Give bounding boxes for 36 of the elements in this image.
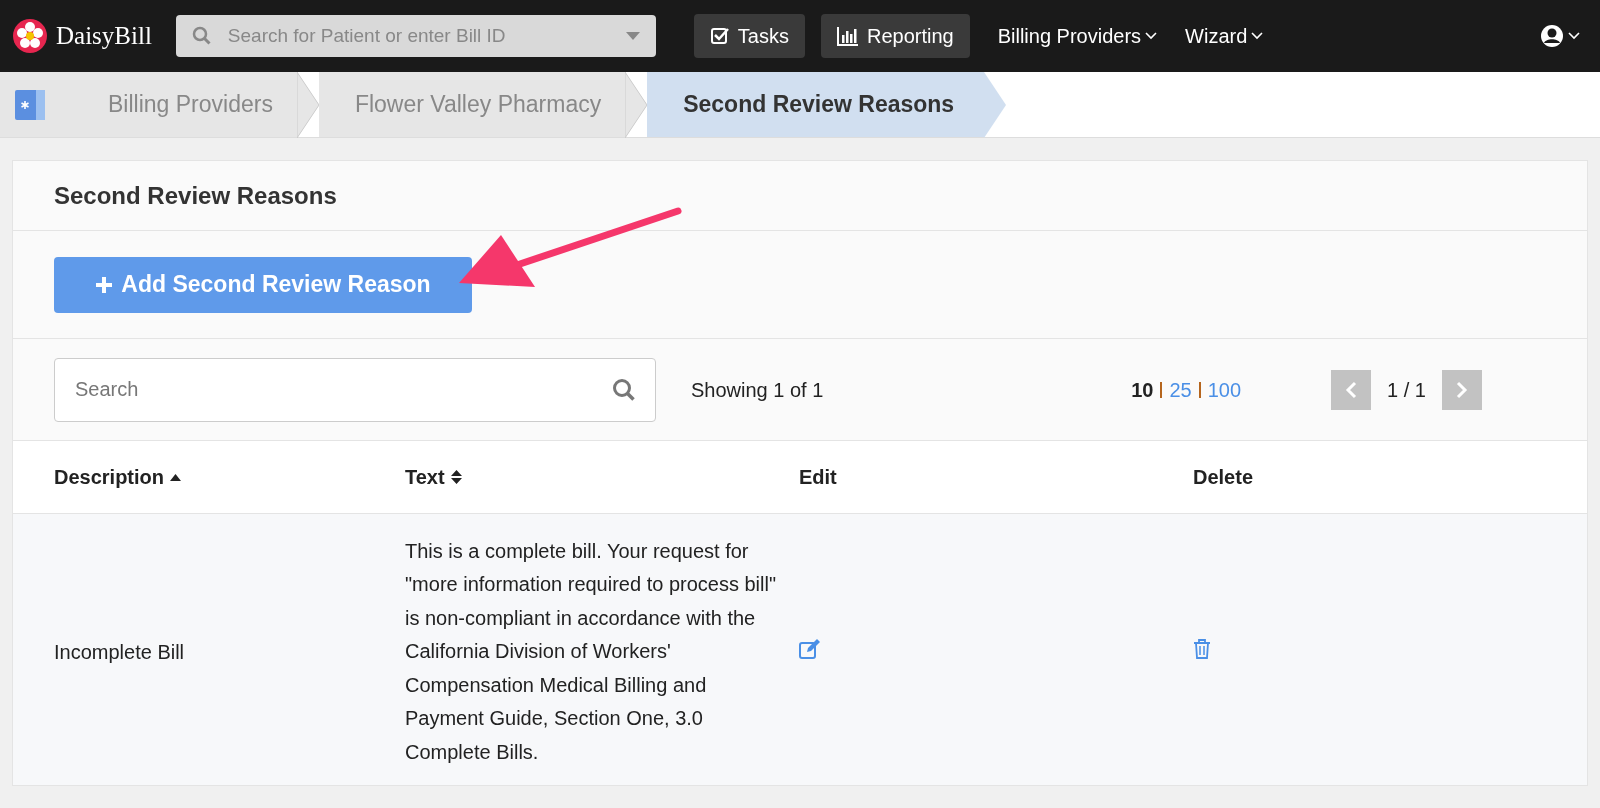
edit-icon[interactable] (799, 638, 821, 659)
nav-button[interactable]: Tasks (693, 14, 805, 58)
column-header[interactable]: Delete (1193, 462, 1254, 492)
page-indicator: 1 / 1 (1387, 377, 1426, 403)
caret-icon (625, 32, 640, 40)
bar-chart-icon (836, 26, 859, 46)
panel-title: Second Review Reasons (54, 180, 337, 211)
user-icon (1540, 24, 1564, 48)
checkbox-icon (709, 26, 730, 46)
page-size-link[interactable]: 10 (1131, 374, 1154, 405)
search-icon (612, 377, 636, 402)
nav-menu[interactable]: Wizard (1185, 21, 1264, 51)
sort-icon[interactable] (450, 470, 462, 484)
chevron-down-icon (1568, 32, 1580, 40)
results-count: Showing 1 of 1 (691, 377, 824, 403)
user-menu[interactable] (1540, 24, 1580, 48)
chevron-down-icon (1145, 32, 1158, 40)
sort-ascending-icon[interactable] (170, 473, 182, 481)
search-field[interactable]: Search for Patient or enter Bill ID (175, 15, 656, 57)
chevron-down-icon (1251, 32, 1264, 40)
table-cell: Incomplete Bill (54, 641, 185, 663)
chevron-left-icon (1345, 380, 1358, 399)
search-icon (191, 26, 212, 46)
logo-text: DaisyBill (56, 21, 152, 52)
column-header[interactable]: Text (405, 462, 445, 492)
nav-menu[interactable]: Billing Providers (997, 21, 1158, 51)
logo-icon (12, 18, 48, 54)
column-header[interactable]: Description (54, 462, 165, 492)
trash-icon[interactable] (1193, 638, 1211, 659)
table-cell-text: This is a complete bill. Your request for "more information required to process bill" is non-compliant in accordance with the California Division of Workers' Compensation Medical Billing and Payment Guide, Section One, 3.0 Complete Bills. (405, 538, 778, 765)
chevron-right-icon (1456, 380, 1468, 399)
nav-button[interactable]: Reporting (820, 14, 970, 58)
search-field[interactable]: Search (54, 357, 656, 422)
plus-icon (95, 275, 114, 294)
column-header[interactable]: Edit (799, 462, 837, 492)
binder-icon[interactable] (14, 88, 46, 121)
